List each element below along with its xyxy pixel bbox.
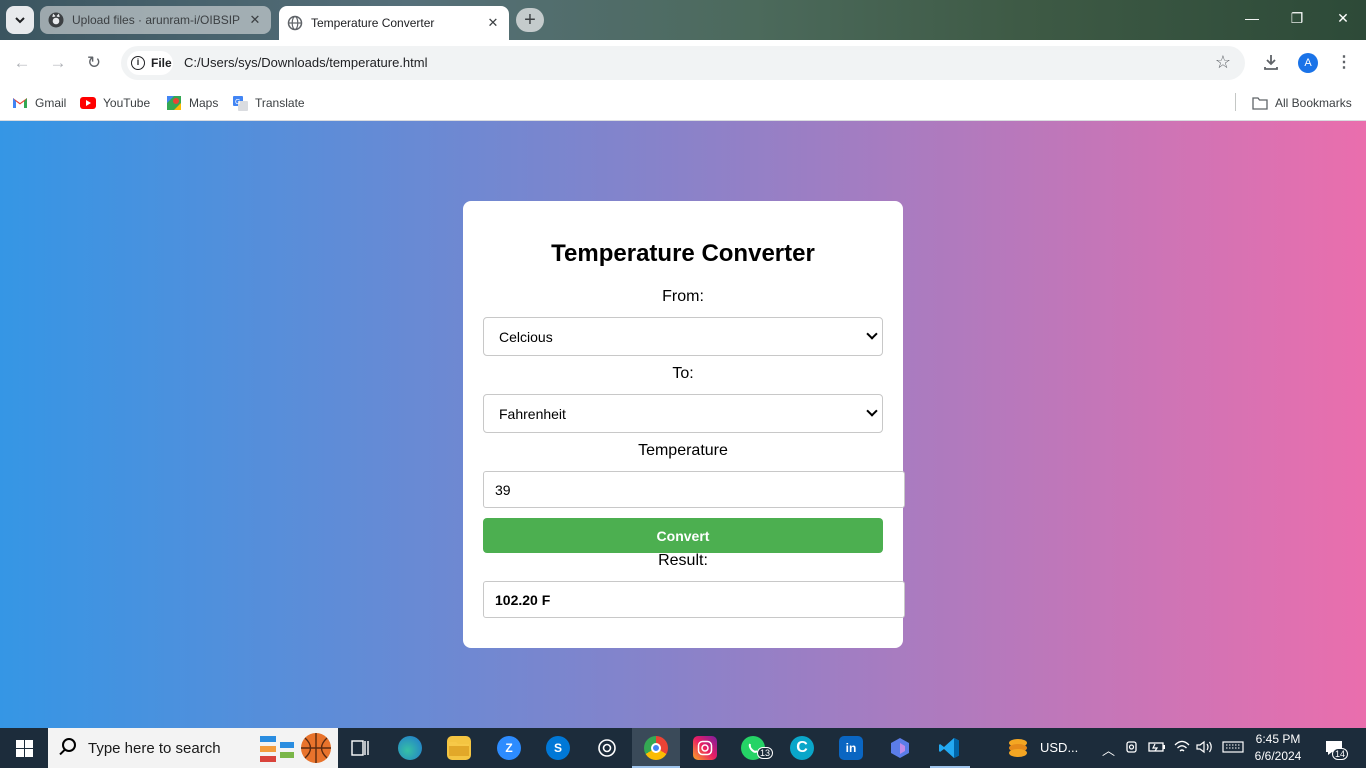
translate-icon: G: [232, 95, 248, 111]
close-tab-icon[interactable]: ✕: [485, 15, 501, 31]
bookmark-translate[interactable]: G Translate: [232, 93, 305, 113]
wifi-icon[interactable]: [1174, 740, 1190, 757]
chevron-down-icon: [866, 328, 878, 340]
result-field: 102.20 F: [483, 581, 905, 618]
chatgpt-icon[interactable]: [595, 736, 619, 760]
temperature-label: Temperature: [638, 442, 728, 459]
zoom-icon[interactable]: Z: [497, 736, 521, 760]
tab-search-button[interactable]: [6, 6, 34, 34]
linkedin-icon[interactable]: in: [839, 736, 863, 760]
maps-icon: [166, 96, 182, 110]
battery-icon[interactable]: [1148, 740, 1166, 757]
download-icon[interactable]: [1261, 52, 1281, 74]
temperature-input[interactable]: 39: [483, 471, 905, 508]
copilot-icon[interactable]: [888, 736, 912, 760]
bookmark-label: Translate: [255, 96, 305, 110]
currency-widget-label[interactable]: USD...: [1040, 740, 1078, 755]
bookmark-star-icon[interactable]: ☆: [1215, 52, 1231, 73]
reload-icon[interactable]: ↻: [82, 52, 106, 74]
chevron-down-icon: [866, 405, 878, 417]
instagram-icon[interactable]: [693, 736, 717, 760]
bookmarks-divider: [1235, 93, 1236, 111]
tab-title: Temperature Converter: [311, 16, 435, 30]
to-unit-value: Fahrenheit: [499, 405, 566, 422]
task-view-icon[interactable]: [348, 736, 372, 760]
browser-toolbar: ← → ↻ i File C:/Users/sys/Downloads/temp…: [0, 40, 1366, 86]
bookmark-label: Gmail: [35, 96, 67, 110]
file-explorer-icon[interactable]: [447, 736, 471, 760]
to-label: To:: [672, 365, 694, 382]
page-background: Temperature Converter From: Celcious To:…: [0, 121, 1366, 728]
site-info-chip[interactable]: i File: [127, 51, 173, 75]
address-bar[interactable]: i File C:/Users/sys/Downloads/temperatur…: [121, 46, 1245, 80]
taskbar-search-box[interactable]: Type here to search: [48, 728, 338, 768]
meet-now-icon[interactable]: [1126, 740, 1140, 757]
youtube-icon: [80, 96, 96, 110]
page-title: Temperature Converter: [551, 240, 815, 267]
vscode-icon[interactable]: [937, 736, 961, 760]
more-menu-icon[interactable]: ⋮: [1336, 52, 1352, 72]
canva-icon[interactable]: C: [790, 736, 814, 760]
from-unit-value: Celcious: [499, 328, 553, 345]
url-text[interactable]: C:/Users/sys/Downloads/temperature.html: [184, 55, 427, 70]
currency-widget-icon[interactable]: [1006, 736, 1030, 760]
gmail-icon: [12, 96, 28, 110]
clock-time: 6:45 PM: [1255, 732, 1301, 746]
browser-title-bar: Upload files · arunram-i/OIBSIP ✕ Temper…: [0, 0, 1366, 40]
convert-button[interactable]: Convert: [483, 518, 883, 553]
bookmark-youtube[interactable]: YouTube: [80, 93, 150, 113]
result-label: Result:: [658, 552, 708, 569]
globe-icon: [287, 15, 303, 31]
forward-arrow-icon[interactable]: →: [46, 52, 70, 74]
svg-text:G: G: [235, 99, 240, 106]
volume-icon[interactable]: [1196, 740, 1214, 757]
search-highlight-icon: [258, 732, 334, 768]
windows-start-icon[interactable]: [16, 740, 33, 757]
bookmark-maps[interactable]: Maps: [166, 93, 218, 113]
all-bookmarks[interactable]: All Bookmarks: [1252, 93, 1352, 113]
skype-icon[interactable]: S: [546, 736, 570, 760]
whatsapp-badge: 13: [757, 747, 774, 759]
site-info-label: File: [151, 56, 172, 70]
tab-upload-files[interactable]: Upload files · arunram-i/OIBSIP ✕: [40, 6, 271, 34]
info-icon: i: [131, 56, 145, 70]
taskbar-search-placeholder: Type here to search: [88, 740, 221, 757]
close-tab-icon[interactable]: ✕: [247, 12, 263, 28]
new-tab-button[interactable]: +: [516, 8, 544, 32]
restore-icon[interactable]: ❐: [1287, 10, 1307, 27]
chevron-down-icon: [15, 17, 25, 24]
tab-temperature-converter[interactable]: Temperature Converter ✕: [279, 6, 509, 40]
converter-card: Temperature Converter From: Celcious To:…: [463, 201, 905, 648]
bookmark-label: YouTube: [103, 96, 151, 110]
github-icon: [48, 12, 64, 28]
back-arrow-icon[interactable]: ←: [10, 52, 34, 74]
edge-icon[interactable]: [398, 736, 422, 760]
windows-taskbar: Type here to search Z S 13 C in USD... ︿: [0, 728, 1366, 768]
chrome-icon[interactable]: [644, 736, 668, 760]
clock-date: 6/6/2024: [1254, 749, 1302, 763]
close-window-icon[interactable]: ✕: [1333, 10, 1353, 27]
bookmark-label: Maps: [189, 96, 219, 110]
notification-count-badge: 14: [1332, 748, 1349, 760]
minimize-icon[interactable]: —: [1242, 10, 1262, 26]
to-unit-select[interactable]: Fahrenheit: [483, 394, 883, 433]
chevron-up-icon[interactable]: ︿: [1102, 740, 1115, 759]
from-unit-select[interactable]: Celcious: [483, 317, 883, 356]
folder-icon: [1252, 96, 1268, 110]
bookmarks-bar: Gmail YouTube Maps G Translate All Bookm…: [0, 86, 1366, 121]
bookmark-gmail[interactable]: Gmail: [12, 93, 66, 113]
profile-avatar[interactable]: A: [1298, 53, 1318, 73]
keyboard-icon[interactable]: [1222, 740, 1244, 757]
tab-title: Upload files · arunram-i/OIBSIP: [72, 13, 241, 27]
all-bookmarks-label: All Bookmarks: [1275, 96, 1352, 110]
from-label: From:: [662, 288, 704, 305]
system-clock[interactable]: 6:45 PM 6/6/2024: [1248, 731, 1308, 765]
search-icon: [62, 738, 76, 752]
